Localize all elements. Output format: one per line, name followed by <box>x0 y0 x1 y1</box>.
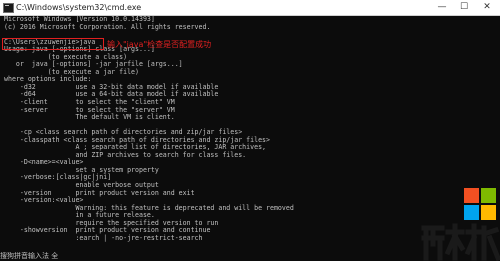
title-bar: C:\Windows\system32\cmd.exe — ☐ ✕ <box>0 0 500 16</box>
maximize-button[interactable]: ☐ <box>453 0 475 15</box>
minimize-button[interactable]: — <box>431 0 453 15</box>
window-title: C:\Windows\system32\cmd.exe <box>16 3 142 12</box>
close-button[interactable]: ✕ <box>476 0 498 15</box>
watermark-logo <box>421 188 500 261</box>
ime-status-bar: 搜狗拼音输入法 全 <box>0 252 61 261</box>
console-line: The default VM is client. <box>4 113 175 122</box>
cmd-app-icon <box>3 3 14 13</box>
console-line: (c) 2016 Microsoft Corporation. All righ… <box>4 22 211 31</box>
annotation-text: 输入"java"检查是否配置成功 <box>107 40 212 49</box>
highlight-box <box>2 38 104 50</box>
